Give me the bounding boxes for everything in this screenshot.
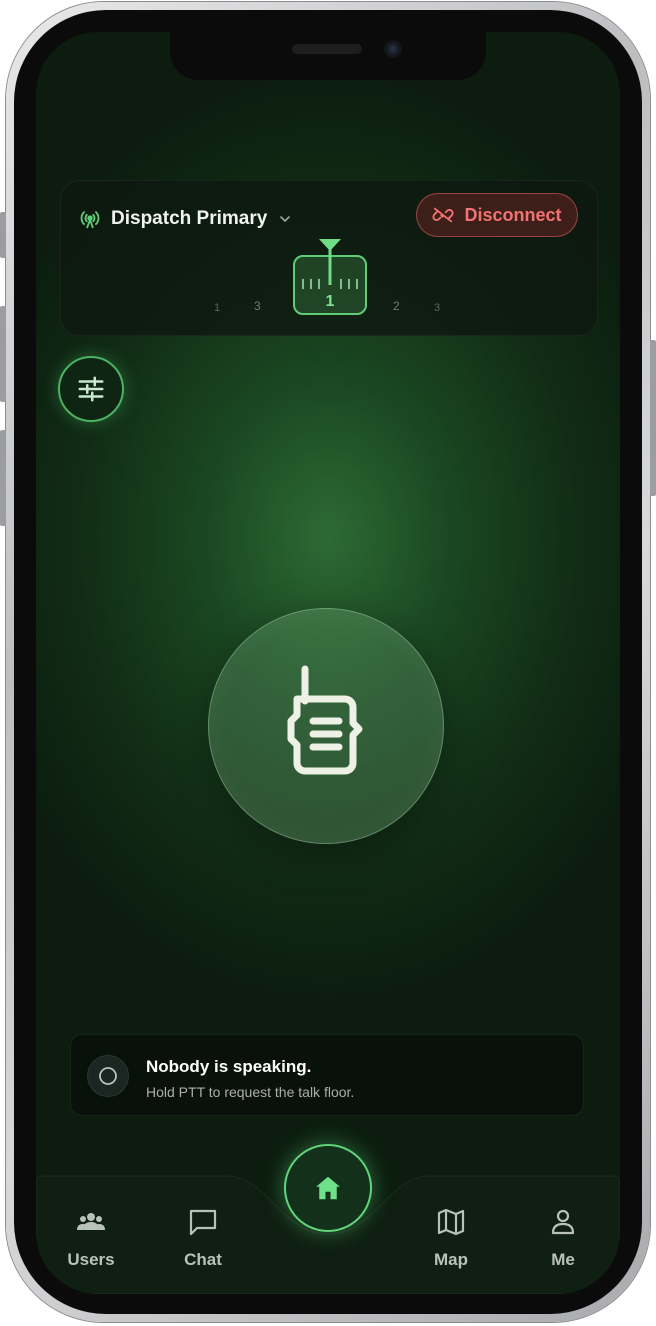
walkie-talkie-icon (287, 665, 363, 775)
nav-map[interactable]: Map (406, 1206, 496, 1276)
nav-users[interactable]: Users (46, 1206, 136, 1276)
dial-pointer (319, 239, 341, 285)
sliders-icon (78, 376, 104, 402)
channel-selector[interactable]: Dispatch Primary (79, 205, 293, 233)
settings-button[interactable] (58, 356, 124, 422)
talk-status-card: Nobody is speaking. Hold PTT to request … (70, 1034, 584, 1116)
status-title: Nobody is speaking. (146, 1057, 312, 1076)
dial-label-left: 3 (254, 299, 261, 313)
notch (170, 32, 486, 80)
disconnect-button[interactable]: Disconnect (416, 193, 578, 237)
nav-chat[interactable]: Chat (158, 1206, 248, 1276)
disconnect-label: Disconnect (464, 204, 562, 225)
map-icon (437, 1208, 465, 1236)
power-button (650, 340, 656, 496)
idle-circle-icon (99, 1067, 117, 1085)
chat-icon (189, 1209, 217, 1236)
earpiece (292, 44, 362, 54)
nav-users-label: Users (67, 1250, 115, 1269)
screen: Dispatch Primary Disconnect 1 3 3 2 1 No… (36, 32, 620, 1294)
channel-card: Dispatch Primary Disconnect 1 3 3 2 1 (60, 180, 598, 336)
svg-text:1: 1 (214, 302, 220, 314)
channel-name: Dispatch Primary (111, 208, 268, 229)
volume-up-button (0, 306, 6, 402)
nav-me-label: Me (551, 1250, 575, 1269)
nav-map-label: Map (434, 1250, 468, 1269)
link-off-icon (432, 207, 455, 223)
speaker-indicator (87, 1055, 129, 1097)
users-icon (77, 1213, 105, 1230)
chevron-down-icon (280, 216, 291, 222)
home-button[interactable] (284, 1144, 372, 1232)
channel-dial[interactable]: 1 3 3 2 1 (209, 239, 453, 321)
user-icon (551, 1209, 575, 1235)
front-camera (384, 40, 402, 58)
volume-down-button (0, 430, 6, 526)
nav-chat-label: Chat (184, 1250, 222, 1269)
status-subtitle: Hold PTT to request the talk floor. (146, 1084, 355, 1100)
home-icon (316, 1176, 340, 1200)
antenna-icon (80, 211, 100, 229)
svg-text:3: 3 (434, 302, 440, 314)
nav-me[interactable]: Me (518, 1206, 608, 1276)
dial-label-right: 2 (393, 299, 400, 313)
dial-selected-value: 1 (325, 293, 335, 310)
silent-switch (0, 212, 6, 258)
ptt-button[interactable] (208, 608, 444, 844)
